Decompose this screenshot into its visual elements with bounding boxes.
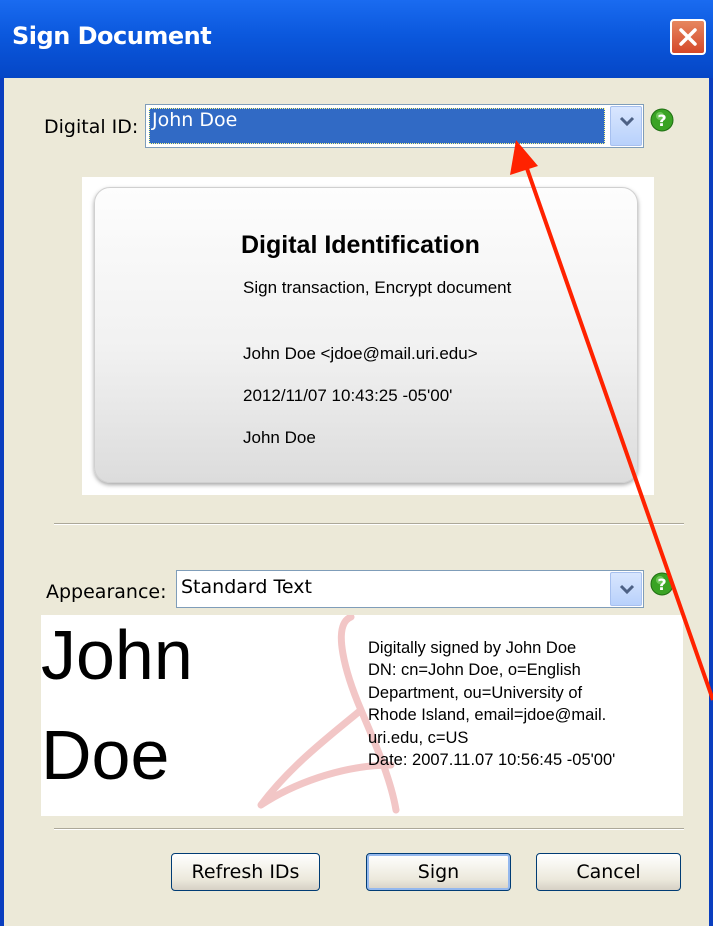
svg-text:?: ? — [657, 575, 666, 594]
cancel-button[interactable]: Cancel — [536, 853, 681, 891]
signature-preview: John Doe Digitally signed by John Doe DN… — [41, 615, 683, 816]
digital-id-select[interactable]: John Doe — [145, 104, 644, 148]
window-title: Sign Document — [12, 22, 212, 50]
card-name: John Doe — [243, 428, 316, 447]
dialog-body: Digital ID: John Doe ? Digital Identific… — [4, 78, 709, 926]
card-email: John Doe <jdoe@mail.uri.edu> — [243, 344, 478, 363]
signature-detail-line: Digitally signed by John Doe — [368, 639, 577, 657]
digital-id-card: Digital Identification Sign transaction,… — [94, 187, 638, 483]
close-button[interactable] — [670, 19, 706, 55]
card-usage: Sign transaction, Encrypt document — [243, 278, 512, 297]
signature-detail-line: Date: 2007.11.07 10:56:45 -05'00' — [368, 751, 616, 770]
signature-detail-line: uri.edu, c=US — [368, 728, 469, 747]
help-icon[interactable]: ? — [650, 572, 674, 596]
chevron-down-icon — [619, 584, 635, 595]
signature-first-name: John — [41, 616, 193, 694]
divider — [54, 523, 684, 525]
digital-id-card-panel: Digital Identification Sign transaction,… — [82, 177, 654, 495]
divider — [54, 828, 684, 830]
signature-detail-line: Department, ou=University of — [368, 683, 583, 702]
help-icon[interactable]: ? — [650, 108, 674, 132]
appearance-label: Appearance: — [46, 581, 167, 603]
signature-detail-line: Rhode Island, email=jdoe@mail. — [368, 706, 607, 725]
signature-detail-line: DN: cn=John Doe, o=English — [368, 661, 581, 680]
title-bar[interactable]: Sign Document — [0, 0, 713, 78]
appearance-value: Standard Text — [181, 576, 312, 598]
sign-document-dialog: Sign Document Digital ID: John Doe ? Dig… — [0, 0, 713, 926]
appearance-dropdown-button[interactable] — [610, 572, 642, 606]
card-date: 2012/11/07 10:43:25 -05'00' — [243, 386, 453, 405]
signature-details: Digitally signed by John Doe DN: cn=John… — [368, 637, 683, 771]
svg-text:?: ? — [657, 111, 666, 130]
sign-button[interactable]: Sign — [366, 853, 511, 891]
digital-id-dropdown-button[interactable] — [610, 106, 642, 146]
appearance-select[interactable]: Standard Text — [176, 570, 644, 608]
close-icon — [679, 28, 697, 46]
card-title: Digital Identification — [241, 231, 480, 259]
digital-id-label: Digital ID: — [44, 116, 139, 138]
signature-last-name: Doe — [41, 716, 170, 794]
refresh-ids-button[interactable]: Refresh IDs — [171, 853, 320, 891]
digital-id-value: John Doe — [152, 109, 238, 131]
chevron-down-icon — [619, 116, 635, 127]
